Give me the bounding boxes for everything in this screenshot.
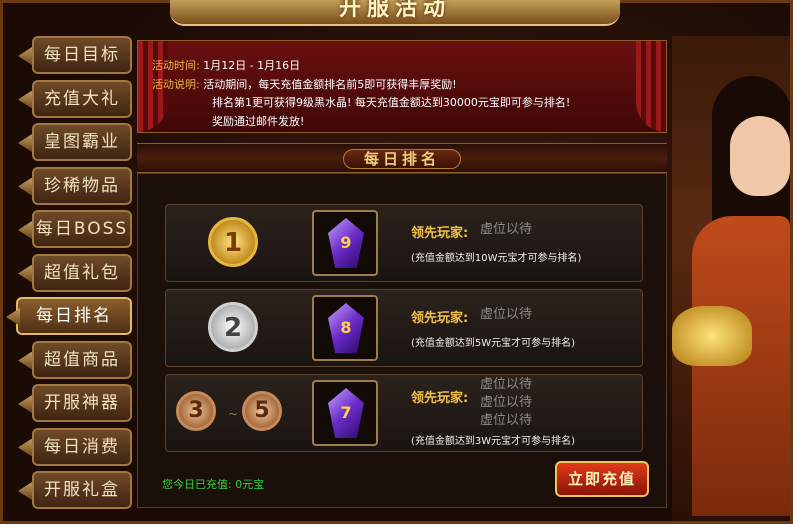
leader-value: 虚位以待 [480,222,533,237]
sidebar-item-value-pack[interactable]: 超值礼包 [32,253,132,292]
sidebar-item-value-goods[interactable]: 超值商品 [32,340,132,379]
rank-row-2: 2 8 领先玩家: 虚位以待 (充值金额达到5W元宝才可参与排名) [165,289,643,367]
leader-value: 虚位以待 [480,395,533,410]
rank-row-1: 1 9 领先玩家: 虚位以待 (充值金额达到10W元宝才可参与排名) [165,204,643,282]
section-title: 每日排名 [342,149,461,169]
time-value: 1月12日 - 1月16日 [203,59,301,72]
reward-slot[interactable]: 9 [312,210,378,276]
requirement-text: (充值金额达到10W元宝才可参与排名) [411,253,582,264]
requirement-text: (充值金额达到5W元宝才可参与排名) [411,338,576,349]
sidebar-item-daily-boss[interactable]: 每日BOSS [32,210,132,248]
leader-label: 领先玩家: [411,311,469,326]
title-banner: 开服活动 [170,0,620,26]
sidebar-item-daily-goal[interactable]: 每日目标 [32,36,132,74]
leader-label: 领先玩家: [411,226,469,241]
today-recharge-text: 您今日已充值: 0元宝 [162,478,265,491]
event-notice-panel: 活动时间: 1月12日 - 1月16日 活动说明: 活动期间，每天充值金额排名前… [137,40,667,133]
sidebar: 每日目标 充值大礼 皇图霸业 珍稀物品 每日BOSS 超值礼包 每日排名 超值商… [10,36,132,515]
time-label: 活动时间: [152,59,200,72]
leader-value: 虚位以待 [480,413,533,428]
leader-label: 领先玩家: [411,391,469,406]
section-header: 每日排名 [137,143,667,173]
notice-text: 活动时间: 1月12日 - 1月16日 活动说明: 活动期间，每天充值金额排名前… [152,57,570,131]
crystal-gem-icon: 9 [328,218,364,268]
ranking-panel: 1 9 领先玩家: 虚位以待 (充值金额达到10W元宝才可参与排名) 2 8 领… [137,173,667,508]
desc-line-2: 排名第1更可获得9级黑水晶! 每天充值金额达到30000元宝即可参与排名! [212,96,571,109]
character-face [730,116,790,196]
sidebar-item-launch-artifact[interactable]: 开服神器 [32,384,132,422]
gold-ingot-icon [672,306,752,366]
reward-slot[interactable]: 7 [312,380,378,446]
page-title: 开服活动 [338,0,451,21]
character-artwork [672,36,790,521]
desc-line-3: 奖励通过邮件发放! [212,114,305,128]
sidebar-item-recharge-gift[interactable]: 充值大礼 [32,79,132,118]
desc-label: 活动说明: [152,77,200,91]
desc-line-1: 活动期间，每天充值金额排名前5即可获得丰厚奖励! [203,77,457,91]
range-separator: ~ [228,407,239,421]
crystal-gem-icon: 8 [328,303,364,353]
sidebar-item-hegemony[interactable]: 皇图霸业 [32,123,132,161]
character-dress [692,216,790,516]
gold-medal-icon: 1 [208,217,258,267]
leader-value: 虚位以待 [480,377,533,392]
crystal-gem-icon: 7 [328,388,364,438]
sidebar-item-daily-spend[interactable]: 每日消费 [32,427,132,466]
curtain-right [636,41,666,132]
rank-row-3-5: 3 ~ 5 7 领先玩家: 虚位以待 虚位以待 虚位以待 (充值金额达到3W元宝… [165,374,643,452]
silver-medal-icon: 2 [208,302,258,352]
sidebar-item-launch-giftbox[interactable]: 开服礼盒 [32,471,132,509]
reward-slot[interactable]: 8 [312,295,378,361]
requirement-text: (充值金额达到3W元宝才可参与排名) [411,436,576,447]
bronze-medal-icon: 3 [176,391,216,431]
leader-value: 虚位以待 [480,307,533,322]
bronze-medal-icon: 5 [242,391,282,431]
recharge-now-button[interactable]: 立即充值 [555,461,649,497]
sidebar-item-daily-ranking[interactable]: 每日排名 [16,297,132,335]
sidebar-item-rare-items[interactable]: 珍稀物品 [32,166,132,205]
